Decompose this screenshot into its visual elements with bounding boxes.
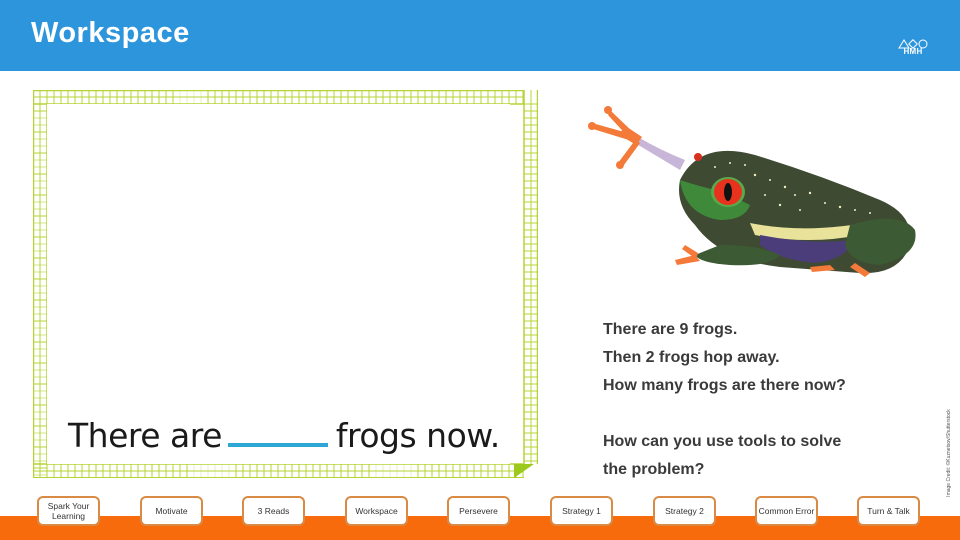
drawing-area[interactable] xyxy=(47,104,510,464)
sentence-end: frogs now. xyxy=(335,416,500,455)
problem-line: There are 9 frogs. xyxy=(603,321,738,338)
image-credit: Image Credit: ©Kuznetsov/Shutterstock xyxy=(944,395,954,510)
frog-image xyxy=(580,95,930,285)
header-bar: Workspace HMH xyxy=(0,0,960,71)
nav-button-3-reads[interactable]: 3 Reads xyxy=(242,496,305,526)
hmh-logo: HMH xyxy=(896,36,930,58)
problem-line: Then 2 frogs hop away. xyxy=(603,349,780,366)
question-line: the problem? xyxy=(603,461,705,478)
problem-line: How many frogs are there now? xyxy=(603,377,846,394)
nav-button-turn-and-talk[interactable]: Turn & Talk xyxy=(857,496,920,526)
nav-button-persevere[interactable]: Persevere xyxy=(447,496,510,526)
problem-text: There are 9 frogs. Then 2 frogs hop away… xyxy=(603,316,846,484)
image-credit-text: Image Credit: ©Kuznetsov/Shutterstock xyxy=(946,408,952,497)
answer-blank[interactable] xyxy=(227,443,328,447)
nav-button-strategy-2[interactable]: Strategy 2 xyxy=(653,496,716,526)
question-line: How can you use tools to solve xyxy=(603,433,842,450)
page-title: Workspace xyxy=(31,17,190,49)
nav-button-spark-your-learning[interactable]: Spark Your Learning xyxy=(37,496,100,526)
nav-button-motivate[interactable]: Motivate xyxy=(140,496,203,526)
sentence-start: There are xyxy=(68,416,222,455)
nav-button-workspace[interactable]: Workspace xyxy=(345,496,408,526)
answer-sentence: There are frogs now. xyxy=(68,416,500,455)
logo-shapes-icon xyxy=(896,36,930,49)
nav-button-strategy-1[interactable]: Strategy 1 xyxy=(550,496,613,526)
nav-button-common-error[interactable]: Common Error xyxy=(755,496,818,526)
folded-corner xyxy=(514,464,534,478)
